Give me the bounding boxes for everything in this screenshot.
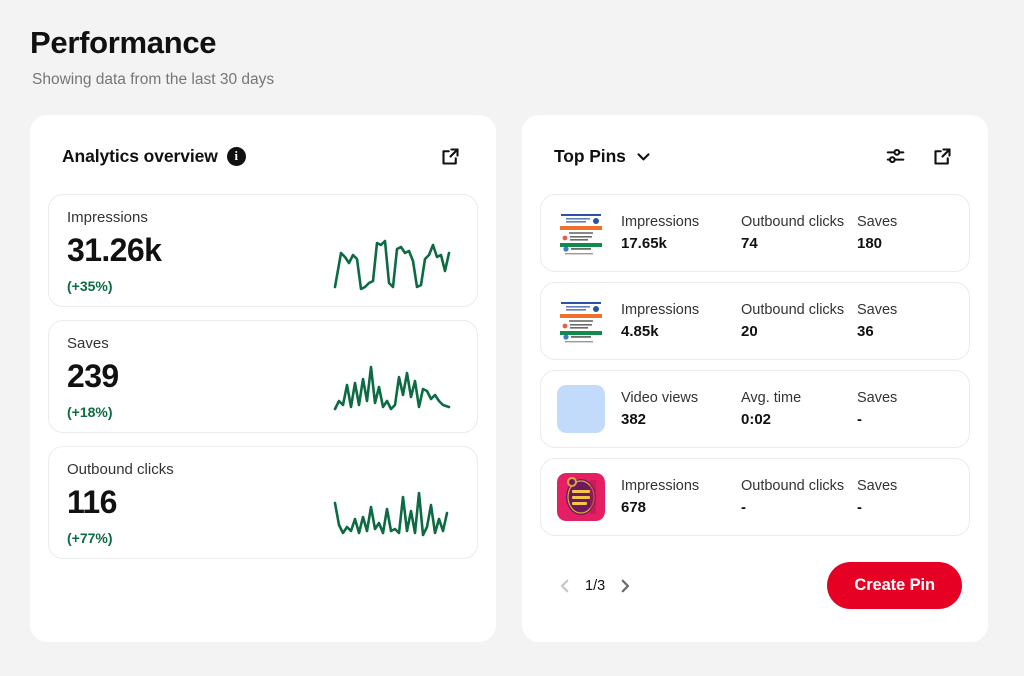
metric-value: 239 <box>67 358 119 395</box>
pin-stat-label: Avg. time <box>741 389 802 406</box>
metric-delta: (+18%) <box>67 403 113 420</box>
pin-stat: Video views 382 <box>621 389 741 430</box>
pin-stats: Video views 382 Avg. time 0:02 Saves - <box>621 389 953 430</box>
pin-thumbnail[interactable] <box>557 385 605 434</box>
sparkline-chart <box>333 492 449 537</box>
pin-stat: Avg. time 0:02 <box>741 389 857 430</box>
pin-stats: Impressions 4.85k Outbound clicks 20 Sav… <box>621 301 953 342</box>
pin-stat-value: 0:02 <box>741 411 772 429</box>
pin-stat-value: 20 <box>741 323 758 341</box>
metric-label: Impressions <box>67 209 148 227</box>
metric-text: Impressions 31.26k (+35%) <box>67 209 162 294</box>
pin-stat-value: - <box>857 499 862 517</box>
pin-stat: Saves - <box>857 389 947 430</box>
top-pins-actions <box>884 144 954 168</box>
pin-stat: Impressions 4.85k <box>621 301 741 342</box>
pin-stat-label: Saves <box>857 389 898 406</box>
metric-label: Outbound clicks <box>67 461 174 479</box>
metric-tile[interactable]: Outbound clicks 116 (+77%) <box>48 446 478 560</box>
pin-stat-label: Impressions <box>621 477 700 494</box>
pin-stat: Outbound clicks 74 <box>741 213 857 254</box>
sliders-icon[interactable] <box>884 144 908 168</box>
pin-stats: Impressions 678 Outbound clicks - Saves … <box>621 477 953 518</box>
metrics-list: Impressions 31.26k (+35%) Saves 239 (+18… <box>48 194 478 560</box>
sparkline-path <box>333 366 451 411</box>
pin-stat-value: - <box>857 411 862 429</box>
pin-stat-label: Saves <box>857 213 898 230</box>
metric-value: 31.26k <box>67 232 162 269</box>
pin-stat: Saves 180 <box>857 213 947 254</box>
pin-stat-label: Saves <box>857 477 898 494</box>
chevron-right-icon[interactable] <box>614 575 636 597</box>
pagination: 1/3 <box>554 575 636 597</box>
chevron-left-icon[interactable] <box>554 575 576 597</box>
pin-stat: Saves - <box>857 477 947 518</box>
top-pins-card-header: Top Pins <box>540 139 970 173</box>
pin-stat: Impressions 678 <box>621 477 741 518</box>
pin-stat-label: Video views <box>621 389 699 406</box>
pin-thumbnail[interactable] <box>557 473 605 522</box>
pin-row[interactable]: Impressions 4.85k Outbound clicks 20 Sav… <box>540 282 970 361</box>
pins-footer: 1/3 Create Pin <box>540 562 970 610</box>
pin-stat-value: 4.85k <box>621 323 659 341</box>
pin-stat: Outbound clicks 20 <box>741 301 857 342</box>
info-icon[interactable]: i <box>226 146 246 166</box>
top-pins-card: Top Pins Impressions 17.65k Outbound cli… <box>522 115 988 643</box>
metric-text: Outbound clicks 116 (+77%) <box>67 461 174 546</box>
page-title: Performance <box>30 25 217 60</box>
analytics-card-title: Analytics overview <box>62 145 218 166</box>
pin-stat: Saves 36 <box>857 301 947 342</box>
pins-list: Impressions 17.65k Outbound clicks 74 Sa… <box>540 194 970 537</box>
sparkline-chart <box>333 240 451 291</box>
metric-delta: (+77%) <box>67 529 113 546</box>
sparkline-path <box>333 492 449 537</box>
metric-tile[interactable]: Impressions 31.26k (+35%) <box>48 194 478 308</box>
pin-stat-label: Saves <box>857 301 898 318</box>
sparkline-chart <box>333 366 451 411</box>
chevron-down-icon[interactable] <box>635 148 652 165</box>
top-pins-title: Top Pins <box>554 145 626 166</box>
pin-stat-label: Outbound clicks <box>741 477 845 494</box>
analytics-overview-card: Analytics overview i Impressions 31.26k <box>30 115 496 643</box>
pin-stat-label: Impressions <box>621 301 700 318</box>
pin-stat-label: Outbound clicks <box>741 301 845 318</box>
pin-stat-value: - <box>741 499 746 517</box>
pin-stat-label: Outbound clicks <box>741 213 845 230</box>
metric-tile[interactable]: Saves 239 (+18%) <box>48 320 478 434</box>
sparkline-path <box>333 240 451 291</box>
pin-thumbnail[interactable] <box>557 297 605 346</box>
pin-row[interactable]: Impressions 678 Outbound clicks - Saves … <box>540 458 970 537</box>
pin-stat-label: Impressions <box>621 213 700 230</box>
pin-stat-value: 678 <box>621 499 647 517</box>
external-link-icon[interactable] <box>438 144 462 168</box>
external-link-icon[interactable] <box>930 144 954 168</box>
pin-stat-value: 382 <box>621 411 647 429</box>
pin-row[interactable]: Impressions 17.65k Outbound clicks 74 Sa… <box>540 194 970 273</box>
pin-stat: Outbound clicks - <box>741 477 857 518</box>
pin-stat-value: 180 <box>857 235 883 253</box>
pin-thumbnail[interactable] <box>557 209 605 258</box>
metric-delta: (+35%) <box>67 277 113 294</box>
metric-value: 116 <box>67 484 117 521</box>
analytics-card-header: Analytics overview i <box>48 139 478 173</box>
metric-text: Saves 239 (+18%) <box>67 335 119 420</box>
pin-stats: Impressions 17.65k Outbound clicks 74 Sa… <box>621 213 953 254</box>
cards-row: Analytics overview i Impressions 31.26k <box>30 115 996 643</box>
performance-page: Performance Showing data from the last 3… <box>0 0 1024 676</box>
pin-stat-value: 36 <box>857 323 874 341</box>
pin-stat-value: 74 <box>741 235 758 253</box>
pin-stat: Impressions 17.65k <box>621 213 741 254</box>
create-pin-button[interactable]: Create Pin <box>827 562 962 610</box>
page-subtitle: Showing data from the last 30 days <box>32 71 275 89</box>
pin-row[interactable]: Video views 382 Avg. time 0:02 Saves - <box>540 370 970 449</box>
pin-stat-value: 17.65k <box>621 235 667 253</box>
metric-label: Saves <box>67 335 109 353</box>
pagination-label: 1/3 <box>585 577 606 594</box>
